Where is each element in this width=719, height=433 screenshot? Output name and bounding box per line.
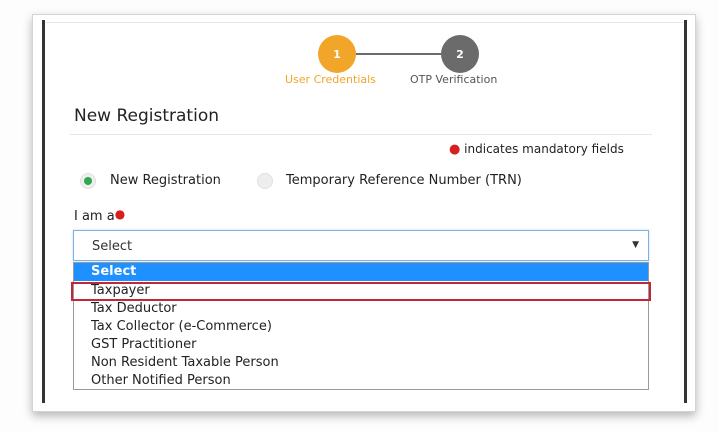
title-divider xyxy=(70,134,652,135)
step-2-circle: 2 xyxy=(441,35,479,73)
step-2-label: OTP Verification xyxy=(410,73,498,86)
option-select[interactable]: Select xyxy=(74,263,648,281)
option-tax-deductor[interactable]: Tax Deductor xyxy=(74,300,648,318)
radio-new-registration-label[interactable]: New Registration xyxy=(110,173,221,188)
option-gst-practitioner[interactable]: GST Practitioner xyxy=(74,336,648,354)
role-label-text: I am a xyxy=(74,209,115,224)
role-select-value: Select xyxy=(92,239,133,254)
option-non-resident[interactable]: Non Resident Taxable Person xyxy=(74,354,648,372)
top-divider xyxy=(46,22,683,23)
step-connector xyxy=(356,53,441,55)
required-marker-icon: ● xyxy=(449,142,461,157)
mandatory-note: ● indicates mandatory fields xyxy=(449,142,624,157)
mandatory-note-text: indicates mandatory fields xyxy=(464,142,624,156)
step-1-label: User Credentials xyxy=(285,73,376,86)
option-other-notified[interactable]: Other Notified Person xyxy=(74,372,648,390)
radio-selected-dot-icon xyxy=(84,177,92,185)
radio-new-registration[interactable] xyxy=(80,173,96,189)
role-select[interactable]: Select ▼ xyxy=(73,230,649,261)
role-field-label: I am a● xyxy=(74,207,125,224)
left-border-bar xyxy=(42,20,45,403)
option-tax-collector[interactable]: Tax Collector (e-Commerce) xyxy=(74,318,648,336)
radio-trn[interactable] xyxy=(257,173,273,189)
step-1-circle: 1 xyxy=(318,35,356,73)
required-marker-icon: ● xyxy=(114,207,126,221)
right-border-bar xyxy=(684,20,687,403)
page-title: New Registration xyxy=(74,106,219,126)
dropdown-arrow-icon: ▼ xyxy=(632,240,639,250)
taxpayer-annotation-box xyxy=(71,282,651,301)
radio-trn-label[interactable]: Temporary Reference Number (TRN) xyxy=(286,173,522,188)
